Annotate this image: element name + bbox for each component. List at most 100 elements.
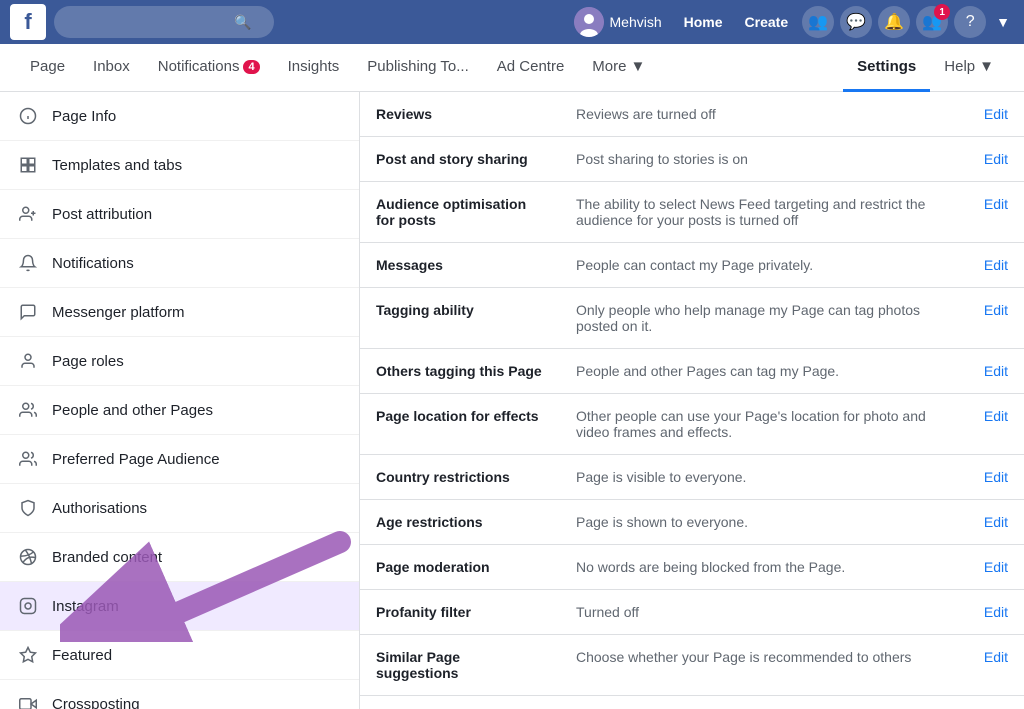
table-row: Country restrictions Page is visible to … bbox=[360, 455, 1024, 500]
search-input[interactable] bbox=[64, 14, 234, 30]
create-nav-link[interactable]: Create bbox=[737, 10, 797, 34]
subnav-help[interactable]: Help ▼ bbox=[930, 44, 1008, 92]
setting-name-cell: Similar Page suggestions bbox=[360, 635, 560, 696]
messenger-platform-icon bbox=[16, 300, 40, 324]
sidebar-item-instagram[interactable]: Instagram bbox=[0, 582, 359, 631]
messenger-icon-btn[interactable]: 💬 bbox=[840, 6, 872, 38]
search-icon[interactable]: 🔍 bbox=[234, 14, 251, 31]
sidebar-item-featured[interactable]: Featured bbox=[0, 631, 359, 680]
sidebar-item-crossposting[interactable]: Crossposting bbox=[0, 680, 359, 709]
table-row: Page location for effects Other people c… bbox=[360, 394, 1024, 455]
home-nav-link[interactable]: Home bbox=[676, 10, 731, 34]
friends-icon-btn[interactable]: 👥 1 bbox=[916, 6, 948, 38]
top-nav-right: Mehvish Home Create 👥 💬 🔔 👥 1 ? ▼ bbox=[566, 3, 1015, 41]
sub-navigation-bar: Page Inbox Notifications 4 Insights Publ… bbox=[0, 44, 1024, 92]
table-row: Page moderation No words are being block… bbox=[360, 545, 1024, 590]
setting-name-cell: Page updates bbox=[360, 696, 560, 709]
sidebar-item-messenger-platform[interactable]: Messenger platform bbox=[0, 288, 359, 337]
table-row: Messages People can contact my Page priv… bbox=[360, 243, 1024, 288]
setting-edit-link[interactable]: Edit bbox=[968, 137, 1024, 182]
setting-edit-link[interactable]: Edit bbox=[968, 635, 1024, 696]
setting-desc-cell: Choose whether your Page is recommended … bbox=[560, 635, 968, 696]
sidebar-item-people-other-pages[interactable]: People and other Pages bbox=[0, 386, 359, 435]
top-navigation-bar: f 🔍 Mehvish Home Create 👥 💬 🔔 👥 1 ? ▼ bbox=[0, 0, 1024, 44]
sidebar-label: Notifications bbox=[52, 255, 134, 272]
featured-icon bbox=[16, 643, 40, 667]
sidebar-item-authorisations[interactable]: Authorisations bbox=[0, 484, 359, 533]
sidebar-label: Branded content bbox=[52, 549, 162, 566]
sidebar-label: Page Info bbox=[52, 108, 116, 125]
setting-edit-link[interactable]: Edit bbox=[968, 182, 1024, 243]
setting-edit-link[interactable]: Edit bbox=[968, 288, 1024, 349]
sidebar-item-notifications[interactable]: Notifications bbox=[0, 239, 359, 288]
audience-icon bbox=[16, 447, 40, 471]
setting-name-cell: Page location for effects bbox=[360, 394, 560, 455]
people-icon: 👥 bbox=[808, 12, 828, 32]
setting-desc-cell: No words are being blocked from the Page… bbox=[560, 545, 968, 590]
sidebar-label: Templates and tabs bbox=[52, 157, 182, 174]
notifications-icon bbox=[16, 251, 40, 275]
dropdown-chevron-icon[interactable]: ▼ bbox=[992, 10, 1014, 34]
branded-icon bbox=[16, 545, 40, 569]
setting-name-cell: Page moderation bbox=[360, 545, 560, 590]
subnav-publishing[interactable]: Publishing To... bbox=[353, 44, 482, 92]
setting-edit-link[interactable]: Edit bbox=[968, 590, 1024, 635]
user-profile-chip[interactable]: Mehvish bbox=[566, 3, 670, 41]
help-dropdown-icon: ▼ bbox=[979, 58, 994, 75]
setting-name-cell: Country restrictions bbox=[360, 455, 560, 500]
setting-desc-cell: Page posts are automatically published w… bbox=[560, 696, 968, 709]
subnav-page[interactable]: Page bbox=[16, 44, 79, 92]
bell-icon-btn[interactable]: 🔔 bbox=[878, 6, 910, 38]
subnav-more[interactable]: More ▼ bbox=[578, 44, 659, 92]
sidebar-item-post-attribution[interactable]: Post attribution bbox=[0, 190, 359, 239]
subnav-notifications[interactable]: Notifications 4 bbox=[144, 44, 274, 92]
crossposting-icon bbox=[16, 692, 40, 709]
setting-edit-link[interactable]: Edit bbox=[968, 92, 1024, 137]
setting-desc-cell: The ability to select News Feed targetin… bbox=[560, 182, 968, 243]
auth-icon bbox=[16, 496, 40, 520]
setting-edit-link[interactable]: Edit bbox=[968, 394, 1024, 455]
sidebar-label: Page roles bbox=[52, 353, 124, 370]
sidebar-item-page-roles[interactable]: Page roles bbox=[0, 337, 359, 386]
sidebar-label: People and other Pages bbox=[52, 402, 213, 419]
help-icon-btn[interactable]: ? bbox=[954, 6, 986, 38]
people-icon-btn[interactable]: 👥 bbox=[802, 6, 834, 38]
info-icon bbox=[16, 104, 40, 128]
sidebar-item-branded-content[interactable]: Branded content bbox=[0, 533, 359, 582]
setting-name-cell: Post and story sharing bbox=[360, 137, 560, 182]
subnav-adcentre[interactable]: Ad Centre bbox=[483, 44, 579, 92]
setting-name-cell: Tagging ability bbox=[360, 288, 560, 349]
setting-desc-cell: Page is shown to everyone. bbox=[560, 500, 968, 545]
setting-desc-cell: Post sharing to stories is on bbox=[560, 137, 968, 182]
subnav-insights[interactable]: Insights bbox=[274, 44, 354, 92]
setting-edit-link[interactable]: Edit bbox=[968, 349, 1024, 394]
subnav-settings[interactable]: Settings bbox=[843, 44, 930, 92]
setting-edit-link[interactable]: Edit bbox=[968, 545, 1024, 590]
table-row: Reviews Reviews are turned off Edit bbox=[360, 92, 1024, 137]
people-other-pages-icon bbox=[16, 398, 40, 422]
setting-edit-link[interactable]: Edit bbox=[968, 243, 1024, 288]
subnav-inbox[interactable]: Inbox bbox=[79, 44, 144, 92]
setting-desc-cell: Other people can use your Page's locatio… bbox=[560, 394, 968, 455]
roles-icon bbox=[16, 349, 40, 373]
table-row: Others tagging this Page People and othe… bbox=[360, 349, 1024, 394]
setting-edit-link[interactable]: Edit bbox=[968, 500, 1024, 545]
instagram-icon bbox=[16, 594, 40, 618]
help-icon: ? bbox=[966, 13, 975, 31]
table-row: Similar Page suggestions Choose whether … bbox=[360, 635, 1024, 696]
setting-edit-link[interactable]: Edit bbox=[968, 455, 1024, 500]
sidebar-label: Messenger platform bbox=[52, 304, 185, 321]
sidebar: Page Info Templates and tabs Post attrib… bbox=[0, 92, 360, 709]
search-bar[interactable]: 🔍 bbox=[54, 6, 274, 38]
sidebar-label: Instagram bbox=[52, 598, 119, 615]
templates-icon bbox=[16, 153, 40, 177]
setting-desc-cell: Reviews are turned off bbox=[560, 92, 968, 137]
setting-edit-link[interactable]: Edit bbox=[968, 696, 1024, 709]
sidebar-item-templates[interactable]: Templates and tabs bbox=[0, 141, 359, 190]
setting-name-cell: Others tagging this Page bbox=[360, 349, 560, 394]
setting-desc-cell: Page is visible to everyone. bbox=[560, 455, 968, 500]
sidebar-item-preferred-audience[interactable]: Preferred Page Audience bbox=[0, 435, 359, 484]
bell-icon: 🔔 bbox=[884, 12, 904, 32]
sidebar-item-page-info[interactable]: Page Info bbox=[0, 92, 359, 141]
setting-name-cell: Age restrictions bbox=[360, 500, 560, 545]
